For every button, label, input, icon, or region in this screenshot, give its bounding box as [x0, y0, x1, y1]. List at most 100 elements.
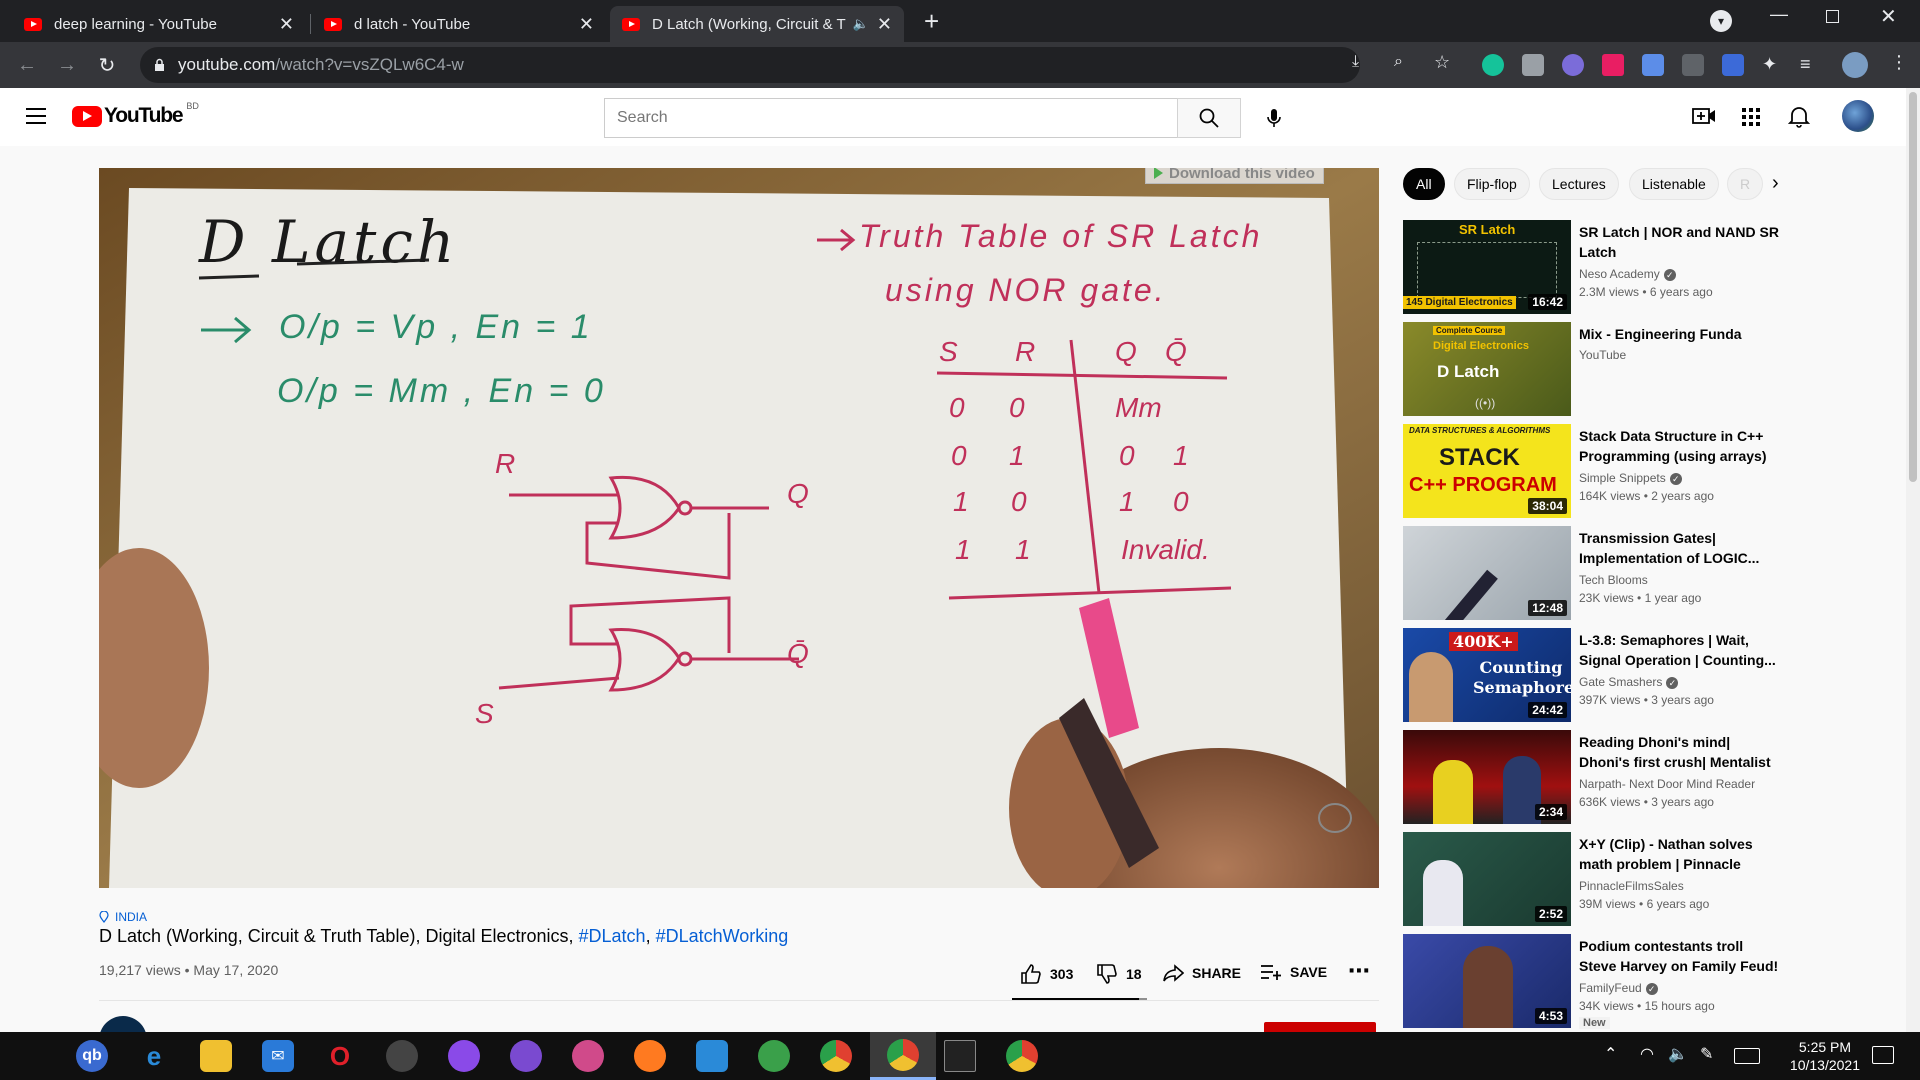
scrollbar-thumb[interactable] — [1909, 92, 1917, 482]
close-tab-icon[interactable]: ✕ — [579, 14, 594, 35]
recommendation-item[interactable]: 2:52 X+Y (Clip) - Nathan solves math pro… — [1403, 832, 1903, 927]
channel-name[interactable]: YouTube — [1579, 348, 1626, 362]
video-thumbnail[interactable]: SR Latch 145 Digital Electronics 16:42 — [1403, 220, 1571, 314]
hamburger-menu-icon[interactable] — [26, 108, 46, 124]
save-button[interactable]: SAVE — [1260, 963, 1327, 981]
location-tag[interactable]: INDIA — [99, 910, 147, 924]
channel-name[interactable]: Neso Academy ✓ — [1579, 267, 1676, 281]
chip-flip-flop[interactable]: Flip-flop — [1454, 168, 1530, 200]
account-avatar[interactable] — [1842, 100, 1874, 132]
bookmark-star-icon[interactable]: ☆ — [1434, 52, 1450, 73]
file-explorer-icon[interactable] — [200, 1040, 232, 1072]
channel-name[interactable]: Gate Smashers ✓ — [1579, 675, 1679, 689]
firefox-icon[interactable] — [634, 1040, 666, 1072]
video-title[interactable]: X+Y (Clip) - Nathan solves math problem … — [1579, 834, 1779, 874]
tray-chevron-icon[interactable]: ⌃ — [1604, 1044, 1617, 1064]
dislike-button[interactable]: 18 — [1096, 963, 1142, 985]
hashtag-dlatchworking[interactable]: #DLatchWorking — [656, 926, 789, 946]
video-thumbnail[interactable]: 2:34 — [1403, 730, 1571, 824]
download-extension-icon[interactable] — [1642, 54, 1664, 76]
zoom-icon[interactable]: ⌕ — [1394, 53, 1403, 71]
chip-listenable[interactable]: Listenable — [1629, 168, 1719, 200]
pen-icon[interactable]: ✎ — [1700, 1044, 1713, 1064]
extension-icon[interactable] — [1562, 54, 1584, 76]
close-window-icon[interactable]: ✕ — [1880, 4, 1897, 29]
recommendation-item[interactable]: 400K+ Counting Semaphore 24:42 L-3.8: Se… — [1403, 628, 1903, 723]
recommendation-item[interactable]: DATA STRUCTURES & ALGORITHMS STACK C++ P… — [1403, 424, 1903, 519]
channel-name[interactable]: PinnacleFilmsSales — [1579, 879, 1684, 893]
download-video-button[interactable]: Download this video — [1145, 168, 1324, 184]
video-title[interactable]: Stack Data Structure in C++ Programming … — [1579, 426, 1779, 466]
video-thumbnail[interactable]: 400K+ Counting Semaphore 24:42 — [1403, 628, 1571, 722]
tab-search-icon[interactable]: ▾ — [1710, 10, 1732, 32]
edge-icon[interactable]: e — [138, 1040, 170, 1072]
video-title[interactable]: Reading Dhoni's mind| Dhoni's first crus… — [1579, 732, 1779, 772]
install-icon[interactable]: ⤓ — [1352, 53, 1359, 71]
recommendation-item[interactable]: 2:34 Reading Dhoni's mind| Dhoni's first… — [1403, 730, 1903, 825]
microphone-icon[interactable] — [1260, 104, 1288, 132]
like-button[interactable]: 303 — [1020, 963, 1073, 985]
chrome-active-icon[interactable] — [870, 1032, 936, 1080]
search-input[interactable]: Search — [604, 98, 1178, 138]
share-button[interactable]: SHARE — [1162, 963, 1241, 983]
video-thumbnail[interactable]: 4:53 — [1403, 934, 1571, 1028]
opera-icon[interactable]: O — [324, 1040, 356, 1072]
tab-deep-learning[interactable]: deep learning - YouTube ✕ — [12, 6, 306, 42]
tab-d-latch-search[interactable]: d latch - YouTube ✕ — [312, 6, 606, 42]
channel-name[interactable]: Narpath- Next Door Mind Reader — [1579, 777, 1755, 791]
volume-icon[interactable]: 🔈 — [1668, 1044, 1688, 1064]
video-title[interactable]: SR Latch | NOR and NAND SR Latch — [1579, 222, 1779, 262]
video-player[interactable]: D Latch O/p = Vp , En = 1 O/p = Mm , En … — [99, 168, 1379, 888]
hashtag-dlatch[interactable]: #DLatch — [579, 926, 646, 946]
new-tab-icon[interactable]: + — [924, 6, 939, 37]
vscode-icon[interactable] — [696, 1040, 728, 1072]
recommendation-item[interactable]: 12:48 Transmission Gates| Implementation… — [1403, 526, 1903, 621]
address-bar[interactable]: youtube.com/watch?v=vsZQLw6C4-w ⤓ ⌕ ☆ — [140, 47, 1450, 83]
chrome-icon[interactable] — [820, 1040, 852, 1072]
grammarly-extension-icon[interactable] — [1482, 54, 1504, 76]
puzzle-icon[interactable]: ✦ — [1762, 54, 1784, 76]
recommendation-item[interactable]: SR Latch 145 Digital Electronics 16:42 S… — [1403, 220, 1903, 315]
video-title[interactable]: Podium contestants troll Steve Harvey on… — [1579, 936, 1779, 976]
page-scrollbar[interactable] — [1906, 88, 1920, 1032]
more-actions-icon[interactable]: ⋯ — [1348, 958, 1370, 984]
pen-extension-icon[interactable] — [1722, 54, 1744, 76]
notifications-bell-icon[interactable] — [1787, 104, 1811, 133]
profile-avatar-icon[interactable] — [1842, 52, 1868, 78]
youtube-logo[interactable]: YouTube BD — [72, 101, 199, 128]
recommendation-item[interactable]: Complete Course Digital Electronics D La… — [1403, 322, 1903, 417]
wifi-icon[interactable]: ◠ — [1640, 1044, 1654, 1064]
chevron-right-icon[interactable]: › — [1772, 172, 1779, 195]
windows-start-icon[interactable] — [14, 1045, 36, 1067]
create-video-icon[interactable] — [1692, 106, 1716, 131]
forward-icon[interactable]: → — [52, 50, 82, 80]
chip-partial[interactable]: R — [1727, 168, 1763, 200]
speaker-icon[interactable]: 🔈 — [853, 16, 869, 32]
reading-list-icon[interactable]: ≡ — [1800, 54, 1822, 76]
channel-name[interactable]: FamilyFeud ✓ — [1579, 981, 1658, 995]
play-extension-icon[interactable] — [1602, 54, 1624, 76]
chrome-icon[interactable] — [1006, 1040, 1038, 1072]
keyboard-icon[interactable] — [1734, 1048, 1760, 1064]
app-icon[interactable] — [572, 1040, 604, 1072]
video-thumbnail[interactable]: 2:52 — [1403, 832, 1571, 926]
minimize-icon[interactable]: — — [1770, 4, 1788, 25]
messenger-icon[interactable] — [448, 1040, 480, 1072]
close-tab-icon[interactable]: ✕ — [279, 14, 294, 35]
mail-icon[interactable]: ✉ — [262, 1040, 294, 1072]
chip-all[interactable]: All — [1403, 168, 1445, 200]
menu-kebab-icon[interactable]: ⋮ — [1890, 52, 1908, 73]
search-button[interactable] — [1177, 98, 1241, 138]
system-clock[interactable]: 5:25 PM 10/13/2021 — [1790, 1038, 1860, 1074]
terminal-icon[interactable] — [944, 1040, 976, 1072]
reload-icon[interactable]: ↻ — [92, 50, 122, 80]
recommendation-item[interactable]: 4:53 Podium contestants troll Steve Harv… — [1403, 934, 1903, 1029]
video-title[interactable]: Mix - Engineering Funda — [1579, 324, 1779, 344]
qbittorrent-icon[interactable]: qb — [76, 1040, 108, 1072]
app-icon[interactable] — [758, 1040, 790, 1072]
video-title[interactable]: Transmission Gates| Implementation of LO… — [1579, 528, 1779, 568]
channel-name[interactable]: Tech Blooms — [1579, 573, 1648, 587]
maximize-icon[interactable] — [1826, 10, 1839, 23]
app-icon[interactable] — [386, 1040, 418, 1072]
screen-extension-icon[interactable] — [1682, 54, 1704, 76]
